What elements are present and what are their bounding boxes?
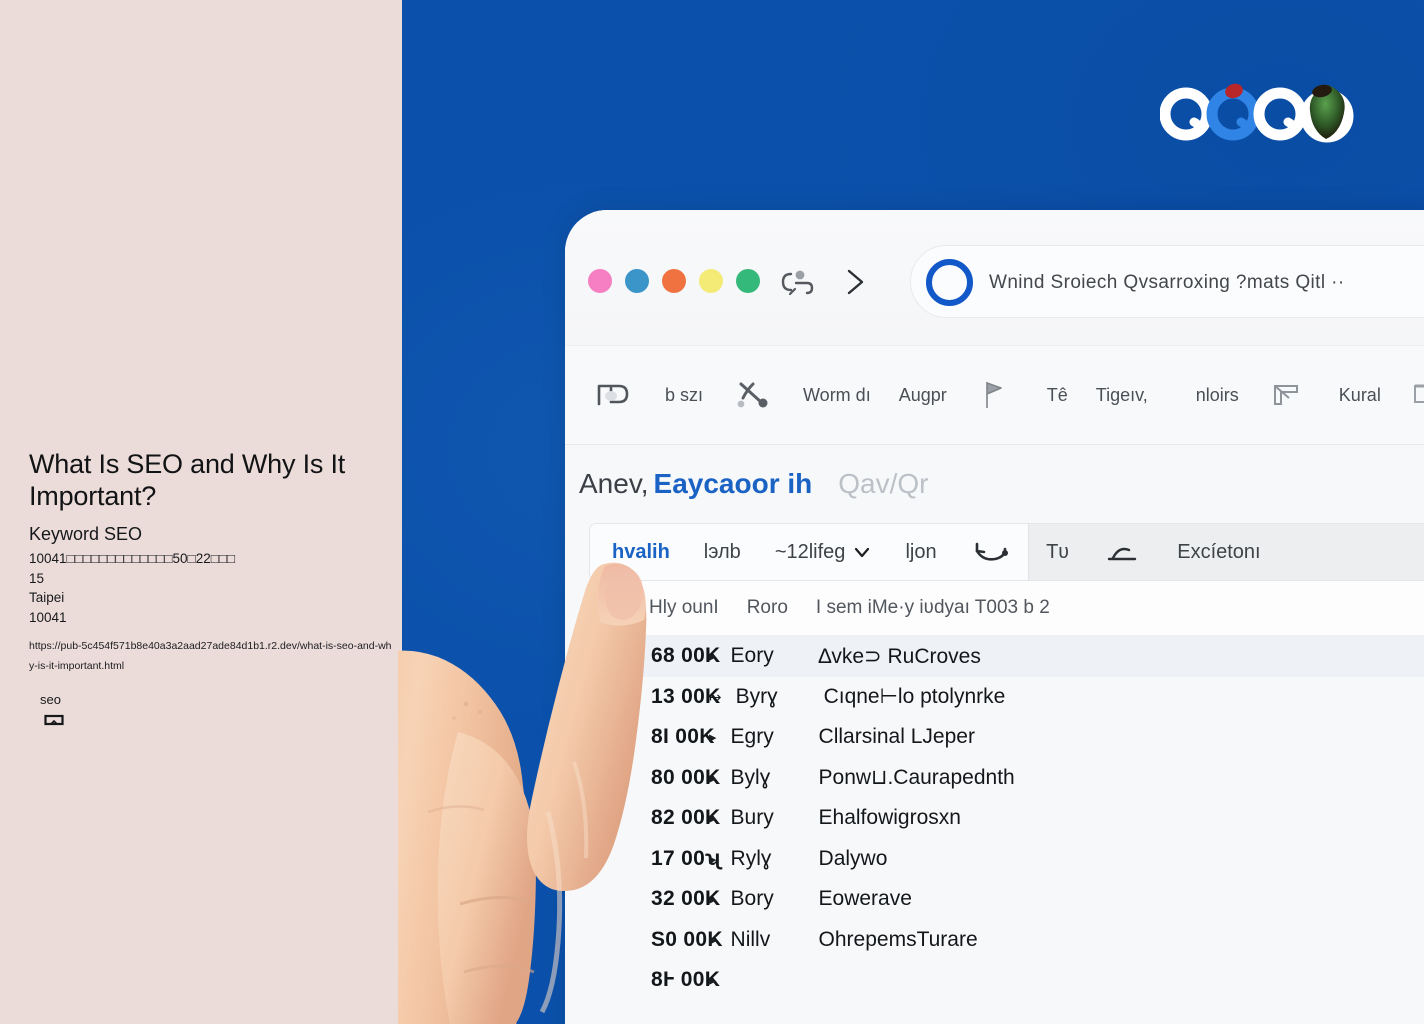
filter-item-2[interactable]: ljon bbox=[888, 541, 953, 564]
row-trend-arrow-icon: ▸ bbox=[709, 810, 717, 828]
row-trend-arrow-icon: ▸ bbox=[709, 972, 717, 990]
browser-toolbar: b szı Worm dı Augpr Tê Tigeıv, nloirs Ku… bbox=[565, 345, 1424, 445]
row-trend-arrow-icon: ▸ bbox=[709, 729, 717, 747]
table-row[interactable]: S0 00K ▸ Nillv OhrepemsTurare bbox=[589, 920, 1424, 961]
chevron-down-icon bbox=[855, 547, 870, 558]
filter-item-3[interactable]: Tʋ bbox=[1029, 541, 1086, 564]
toolbar-item-4[interactable]: Tê bbox=[1033, 385, 1082, 406]
tofu-box-glyph bbox=[44, 713, 64, 727]
table-row[interactable]: 82 00K ▸ Bury Ehalfowigrosxn bbox=[589, 798, 1424, 839]
row-trend-arrow-icon: ▸ bbox=[709, 769, 717, 787]
row-label: Nillv bbox=[730, 927, 771, 951]
meta-line-2: Taipei bbox=[29, 590, 65, 605]
toolbar-item-6[interactable]: nloirs bbox=[1182, 385, 1253, 406]
layout-icon[interactable] bbox=[1253, 378, 1325, 412]
table-row[interactable]: 80 00K ▸ Bylɣ Ponw⊔.Caurapednth bbox=[589, 758, 1424, 799]
row-label: Bory bbox=[730, 887, 774, 911]
row-trend-arrow-icon: ↦ bbox=[709, 688, 722, 706]
left-info-panel: What Is SEO and Why Is It Important? Key… bbox=[0, 0, 402, 1024]
row-trend-arrow-icon: ▸ bbox=[709, 931, 717, 949]
toolbar-item-7[interactable]: Kural bbox=[1325, 385, 1395, 406]
results-table: 68 00K ▸ Eory ∆vke⊃ RuCroves 13 00K ↦ By… bbox=[589, 636, 1424, 1001]
panel-icon[interactable] bbox=[1395, 378, 1424, 412]
blue-circle-ring-icon bbox=[926, 259, 973, 306]
row-trend-arrow-icon: ▸ bbox=[709, 891, 717, 909]
row-trend-arrow-icon: ▸ bbox=[709, 648, 717, 666]
row-label: Egry bbox=[730, 725, 774, 749]
flag-icon[interactable] bbox=[961, 378, 1033, 412]
row-label: Bury bbox=[730, 806, 774, 830]
row-label: Eory bbox=[730, 644, 774, 668]
browser-chrome-bar: Wnind Sroiech Qvsarroxing ?mats Qitl ·· bbox=[565, 210, 1424, 345]
dot-blue[interactable] bbox=[625, 269, 649, 293]
table-column-header: Hly ounI Roro I sem iMe·y iʋdyaı T003 b … bbox=[589, 581, 1424, 636]
source-url[interactable]: https://pub-5c454f571b8e40a3a2aad27ade84… bbox=[29, 636, 393, 676]
table-row[interactable]: 32 00K ▸ Bory Eowerave bbox=[589, 879, 1424, 920]
toolbar-items: b szı Worm dı Augpr Tê Tigeıv, nloirs Ku… bbox=[565, 346, 1424, 444]
row-label: Rylɣ bbox=[730, 846, 772, 870]
table-row[interactable]: 8I 00K ▸ Egry Cllarsinal LJeper bbox=[589, 717, 1424, 758]
row-description: Ehalfowigrosxn bbox=[818, 806, 961, 830]
dot-yellow[interactable] bbox=[699, 269, 723, 293]
omnibox-text: Wnind Sroiech Qvsarroxing ?mats Qitl ·· bbox=[989, 271, 1345, 293]
row-description: Ponw⊔.Caurapednth bbox=[818, 766, 1015, 790]
row-description: OhrepemsTurare bbox=[818, 927, 978, 951]
meta-line-0: 10041□□□□□□□□□□□□□50□22□□□ bbox=[29, 551, 236, 566]
row-description: Dalywo bbox=[818, 846, 888, 870]
distorted-four-ring-logo bbox=[1159, 74, 1360, 150]
row-trend-arrow-icon: ▸ bbox=[709, 850, 717, 868]
meta-line-1: 15 bbox=[29, 570, 45, 586]
window-dots-group bbox=[588, 269, 760, 293]
table-row[interactable]: 13 00K ↦ Byrɣ Cıqne⊢lo ptolynrke bbox=[589, 677, 1424, 718]
row-description: Eowerave bbox=[818, 887, 912, 911]
filter-dropdown[interactable]: ~12lifeg bbox=[758, 541, 889, 564]
chevron-right-icon[interactable] bbox=[840, 265, 870, 299]
headline-part-b[interactable]: Eaycaoor ih bbox=[654, 468, 813, 500]
toolbar-item-2[interactable]: Worm dı bbox=[789, 385, 885, 406]
row-label: Bylɣ bbox=[730, 765, 771, 789]
toolbar-item-1[interactable]: b szı bbox=[651, 385, 717, 406]
row-description: ∆vke⊃ RuCroves bbox=[818, 644, 981, 668]
meta-line-3: 10041 bbox=[29, 609, 67, 625]
filter-dropdown-label: ~12lifeg bbox=[774, 540, 846, 563]
back-navigation-icon[interactable] bbox=[778, 265, 818, 299]
row-description: Cıqne⊢lo ptolynrke bbox=[823, 685, 1006, 709]
toolbar-item-5[interactable]: Tigeıv, bbox=[1082, 385, 1162, 406]
filter-export-label[interactable]: Excíetonı bbox=[1160, 541, 1277, 564]
page-title: What Is SEO and Why Is It Important? bbox=[29, 449, 346, 511]
row-label: Byrɣ bbox=[735, 684, 778, 708]
table-row[interactable]: 17 00ʯ ▸ Rylɣ Dalywo bbox=[589, 839, 1424, 880]
toolbar-item-3[interactable]: Augpr bbox=[885, 385, 961, 406]
column-header-1[interactable]: Roro bbox=[733, 597, 802, 619]
table-row[interactable]: 8Ⱶ 00K ▸ bbox=[589, 960, 1424, 1001]
screenshot-stage: What Is SEO and Why Is It Important? Key… bbox=[0, 0, 1424, 1024]
omnibox[interactable]: Wnind Sroiech Qvsarroxing ?mats Qitl ·· bbox=[910, 245, 1424, 318]
filter-bar: hvalih lэлb ~12lifeg ljon Tʋ Excíetonı bbox=[589, 523, 1424, 581]
left-panel-content: What Is SEO and Why Is It Important? Key… bbox=[29, 448, 394, 676]
table-row[interactable]: 68 00K ▸ Eory ∆vke⊃ RuCroves bbox=[589, 636, 1424, 677]
metadata-list: 10041□□□□□□□□□□□□□50□22□□□ 15 Taipei 100… bbox=[29, 549, 394, 627]
scissors-icon[interactable] bbox=[717, 378, 789, 412]
headline-part-a: Anev, bbox=[579, 468, 649, 499]
filter-grey-section: Tʋ Excíetonı bbox=[1029, 524, 1424, 580]
dot-pink[interactable] bbox=[588, 269, 612, 293]
headline-part-c: Qav/Qr bbox=[838, 468, 929, 499]
dot-green[interactable] bbox=[736, 269, 760, 293]
dot-orange[interactable] bbox=[662, 269, 686, 293]
export-icon[interactable] bbox=[1086, 537, 1160, 567]
pointing-hand-photo bbox=[358, 512, 710, 1024]
bookmark-folder-icon[interactable] bbox=[579, 378, 651, 412]
undo-arrow-icon[interactable] bbox=[954, 537, 1028, 567]
seo-tag-label: seo bbox=[40, 692, 61, 707]
keyword-label: Keyword SEO bbox=[29, 524, 143, 544]
column-header-2[interactable]: I sem iMe·y iʋdyaı T003 b 2 bbox=[802, 597, 1064, 619]
row-description: Cllarsinal LJeper bbox=[818, 725, 975, 749]
